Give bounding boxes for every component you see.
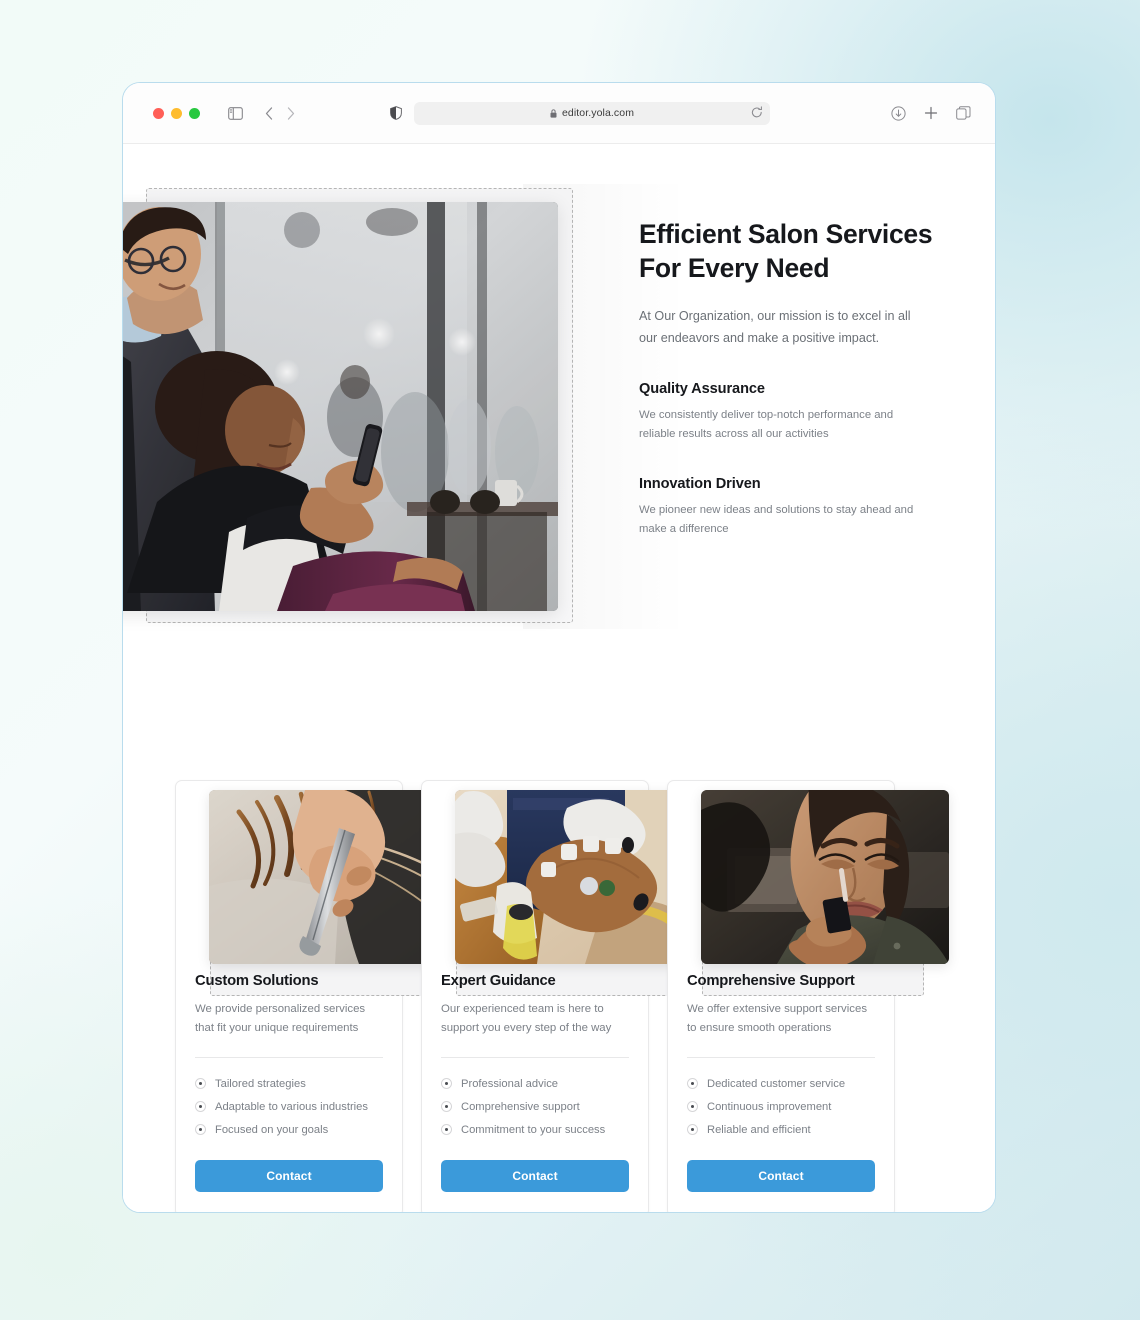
hero-subtitle: At Our Organization, our mission is to e…: [639, 308, 911, 345]
page-title: Efficient Salon Services For Every Need: [639, 219, 933, 283]
feature-body: We pioneer new ideas and solutions to st…: [639, 504, 914, 536]
card-image-selection-outline: [209, 790, 457, 996]
feature-block-innovation: Innovation Driven We pioneer new ideas a…: [639, 476, 939, 539]
contact-button[interactable]: Contact: [441, 1160, 629, 1193]
download-circle-icon[interactable]: [891, 105, 906, 121]
card-photo-makeup[interactable]: [701, 790, 949, 964]
list-item: Dedicated customer service: [687, 1072, 875, 1095]
list-item: Adaptable to various industries: [195, 1095, 383, 1118]
card-body: Comprehensive Support We offer extensive…: [668, 973, 894, 1193]
bullet-label: Dedicated customer service: [707, 1077, 846, 1090]
close-window-button[interactable]: [153, 107, 164, 119]
bullet-icon: [687, 1078, 698, 1090]
card-description: Our experienced team is here to support …: [441, 1003, 612, 1035]
card-title: Custom Solutions: [195, 973, 319, 989]
site-page-canvas: Efficient Salon Services For Every Need …: [123, 144, 995, 1212]
card-bullet-list: Professional advice Comprehensive suppor…: [441, 1072, 629, 1141]
bullet-icon: [441, 1101, 452, 1113]
feature-title: Innovation Driven: [639, 476, 761, 493]
bullet-icon: [195, 1101, 206, 1113]
card-divider: [441, 1057, 629, 1059]
navigation-arrows: [265, 106, 295, 120]
card-image-selection-outline: [455, 790, 703, 996]
bullet-icon: [195, 1124, 206, 1136]
reload-icon[interactable]: [751, 105, 763, 119]
bullet-label: Continuous improvement: [707, 1100, 832, 1113]
card-divider: [195, 1057, 383, 1059]
list-item: Reliable and efficient: [687, 1118, 875, 1141]
service-card[interactable]: Expert Guidance Our experienced team is …: [421, 780, 703, 1212]
bullet-icon: [687, 1124, 698, 1136]
contact-button[interactable]: Contact: [195, 1160, 383, 1193]
service-card[interactable]: Custom Solutions We provide personalized…: [175, 780, 457, 1212]
bullet-label: Focused on your goals: [215, 1123, 329, 1136]
browser-window-inner: editor.yola.com Efficient Salon Services…: [123, 83, 995, 1212]
tab-overview-icon[interactable]: [956, 106, 971, 120]
hero-image-block[interactable]: [123, 188, 573, 623]
bullet-icon: [687, 1101, 698, 1113]
chevron-right-icon[interactable]: [287, 106, 295, 120]
card-divider: [687, 1057, 875, 1059]
bullet-label: Tailored strategies: [215, 1077, 306, 1090]
list-item: Commitment to your success: [441, 1118, 629, 1141]
plus-icon[interactable]: [924, 106, 938, 120]
card-bullet-list: Tailored strategies Adaptable to various…: [195, 1072, 383, 1141]
chevron-left-icon[interactable]: [265, 106, 273, 120]
card-description: We provide personalized services that fi…: [195, 1003, 366, 1035]
maximize-window-button[interactable]: [189, 107, 200, 119]
card-bullet-list: Dedicated customer service Continuous im…: [687, 1072, 875, 1141]
toolbar-right-actions: [891, 105, 971, 121]
service-cards-row: Custom Solutions We provide personalized…: [175, 780, 949, 1212]
bullet-label: Professional advice: [461, 1077, 559, 1090]
list-item: Tailored strategies: [195, 1072, 383, 1095]
minimize-window-button[interactable]: [171, 107, 182, 119]
card-photo-manicure[interactable]: [455, 790, 703, 964]
hero-photo[interactable]: [123, 202, 558, 611]
url-bar[interactable]: editor.yola.com: [414, 101, 770, 125]
bullet-label: Adaptable to various industries: [215, 1100, 368, 1113]
list-item: Comprehensive support: [441, 1095, 629, 1118]
card-description: We offer extensive support services to e…: [687, 1003, 868, 1035]
card-photo-haircut[interactable]: [209, 790, 457, 964]
list-item: Professional advice: [441, 1072, 629, 1095]
bullet-icon: [441, 1124, 452, 1136]
browser-window: editor.yola.com Efficient Salon Services…: [122, 82, 996, 1213]
contact-button[interactable]: Contact: [687, 1160, 875, 1193]
list-item: Focused on your goals: [195, 1118, 383, 1141]
feature-title: Quality Assurance: [639, 380, 765, 397]
traffic-lights: [153, 107, 200, 119]
card-title: Expert Guidance: [441, 973, 556, 989]
browser-toolbar: editor.yola.com: [123, 83, 995, 144]
feature-block-quality: Quality Assurance We consistently delive…: [639, 381, 939, 444]
url-text: editor.yola.com: [561, 107, 635, 119]
hero-text-block: Efficient Salon Services For Every Need …: [639, 218, 939, 540]
shield-privacy-icon[interactable]: [390, 106, 402, 120]
bullet-label: Reliable and efficient: [707, 1123, 811, 1136]
service-card[interactable]: Comprehensive Support We offer extensive…: [667, 780, 949, 1212]
card-image-selection-outline: [701, 790, 949, 996]
bullet-label: Comprehensive support: [461, 1100, 580, 1113]
card-body: Custom Solutions We provide personalized…: [176, 973, 402, 1193]
list-item: Continuous improvement: [687, 1095, 875, 1118]
bullet-icon: [441, 1078, 452, 1090]
card-body: Expert Guidance Our experienced team is …: [422, 973, 648, 1193]
feature-body: We consistently deliver top-notch perfor…: [639, 408, 894, 441]
bullet-icon: [195, 1078, 206, 1090]
lock-icon: [550, 108, 557, 118]
sidebar-toggle-icon[interactable]: [228, 106, 243, 120]
card-title: Comprehensive Support: [687, 973, 855, 989]
bullet-label: Commitment to your success: [461, 1123, 606, 1136]
